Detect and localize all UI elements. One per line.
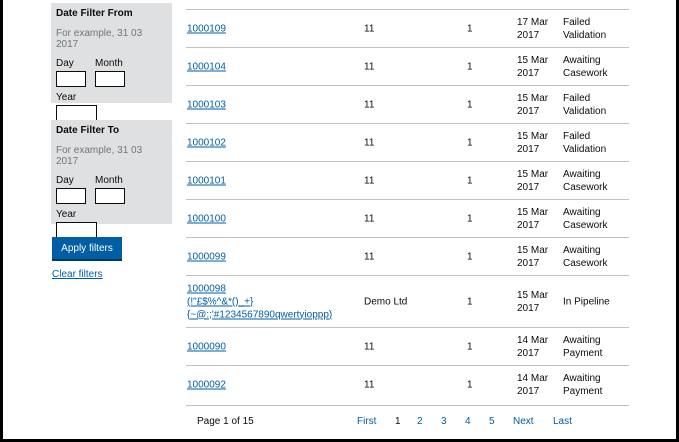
count-cell: 1 <box>467 61 473 72</box>
count-cell: 1 <box>467 341 473 352</box>
organisation-cell: 11 <box>364 23 375 34</box>
application-id-link[interactable]: 1000090 <box>187 340 226 353</box>
date-cell: 17 Mar 2017 <box>517 16 549 41</box>
from-day-input[interactable] <box>56 71 86 87</box>
from-day-label: Day <box>56 58 74 69</box>
status-cell: Failed Validation <box>563 16 607 41</box>
pagination-page-4-link[interactable]: 4 <box>465 416 471 427</box>
clear-filters-link[interactable]: Clear filters <box>52 269 103 280</box>
count-cell: 1 <box>467 213 473 224</box>
status-cell: Awaiting Casework <box>563 54 608 79</box>
organisation-cell: 11 <box>364 99 375 110</box>
application-id-link[interactable]: 1000102 <box>187 136 226 149</box>
count-cell: 1 <box>467 175 473 186</box>
date-filter-from-hint: For example, 31 03 2017 <box>56 28 143 50</box>
count-cell: 1 <box>467 379 473 391</box>
status-cell: Failed Validation <box>563 130 607 155</box>
status-cell: Awaiting Casework <box>563 244 608 269</box>
pagination: Page 1 of 15 First 1 2 3 4 5 Next Last <box>186 405 629 433</box>
page-info: Page 1 of 15 <box>197 416 254 427</box>
to-month-label: Month <box>95 175 123 186</box>
table-row: 1000103 11 1 15 Mar 2017 Failed Validation <box>186 86 629 124</box>
organisation-cell: 11 <box>364 137 375 148</box>
organisation-cell: 11 <box>364 251 375 262</box>
pagination-first-link[interactable]: First <box>357 416 376 427</box>
from-month-label: Month <box>95 58 123 69</box>
from-month-input[interactable] <box>95 71 125 87</box>
date-cell: 15 Mar 2017 <box>517 244 549 269</box>
count-cell: 1 <box>467 251 473 262</box>
application-id-link[interactable]: 1000103 <box>187 98 226 111</box>
status-cell: Awaiting Payment <box>563 373 603 397</box>
organisation-cell: Demo Ltd <box>364 296 408 307</box>
count-cell: 1 <box>467 296 473 307</box>
count-cell: 1 <box>467 23 473 34</box>
to-month-input[interactable] <box>95 188 125 204</box>
count-cell: 1 <box>467 137 473 148</box>
application-id-link[interactable]: 1000104 <box>187 60 226 73</box>
status-cell: Failed Validation <box>563 92 607 117</box>
to-year-input[interactable] <box>56 222 97 238</box>
table-row: 1000100 11 1 15 Mar 2017 Awaiting Casework <box>186 200 629 238</box>
from-year-input[interactable] <box>56 105 97 121</box>
table-row: 1000104 11 1 15 Mar 2017 Awaiting Casework <box>186 48 629 86</box>
table-row: 1000102 11 1 15 Mar 2017 Failed Validation <box>186 124 629 162</box>
table-row: 1000109 11 1 17 Mar 2017 Failed Validation <box>186 10 629 48</box>
date-filter-to-panel: Date Filter To For example, 31 03 2017 D… <box>51 120 172 238</box>
date-cell: 15 Mar 2017 <box>517 130 549 155</box>
pagination-page-3-link[interactable]: 3 <box>441 416 447 427</box>
pagination-page-5-link[interactable]: 5 <box>489 416 495 427</box>
application-id-link[interactable]: 1000099 <box>187 250 226 263</box>
organisation-cell: 11 <box>364 379 375 391</box>
table-row: 1000098 (!"£$%^&*()_+} {~@:;'#1234567890… <box>186 276 629 328</box>
organisation-cell: 11 <box>364 341 375 352</box>
date-cell: 15 Mar 2017 <box>517 289 549 314</box>
pagination-current-page: 1 <box>395 416 401 427</box>
to-day-input[interactable] <box>56 188 86 204</box>
date-cell: 15 Mar 2017 <box>517 92 549 117</box>
application-id-link[interactable]: 1000098 (!"£$%^&*()_+} {~@:;'#1234567890… <box>187 282 332 321</box>
count-cell: 1 <box>467 99 473 110</box>
date-filter-to-hint: For example, 31 03 2017 <box>56 145 143 167</box>
table-row-partial-top <box>186 0 629 10</box>
date-cell: 14 Mar 2017 <box>517 334 549 359</box>
date-cell: 14 Mar 2017 <box>517 373 549 397</box>
date-filter-from-title: Date Filter From <box>56 8 133 19</box>
table-row: 1000092 11 1 14 Mar 2017 Awaiting Payment <box>186 366 629 404</box>
application-id-link[interactable]: 1000109 <box>187 22 226 35</box>
application-id-link[interactable]: 1000100 <box>187 212 226 225</box>
date-cell: 15 Mar 2017 <box>517 168 549 193</box>
status-cell: Awaiting Casework <box>563 206 608 231</box>
date-cell: 15 Mar 2017 <box>517 206 549 231</box>
status-cell: Awaiting Casework <box>563 168 608 193</box>
table-row: 1000099 11 1 15 Mar 2017 Awaiting Casework <box>186 238 629 276</box>
date-cell: 15 Mar 2017 <box>517 54 549 79</box>
apply-filters-button[interactable]: Apply filters <box>52 237 122 259</box>
organisation-cell: 11 <box>364 175 375 186</box>
to-day-label: Day <box>56 175 74 186</box>
table-row: 1000101 11 1 15 Mar 2017 Awaiting Casework <box>186 162 629 200</box>
date-filter-to-title: Date Filter To <box>56 125 120 136</box>
application-id-link[interactable]: 1000101 <box>187 174 226 187</box>
table-row: 1000090 11 1 14 Mar 2017 Awaiting Payment <box>186 328 629 366</box>
application-id-link[interactable]: 1000092 <box>187 379 226 392</box>
pagination-last-link[interactable]: Last <box>553 416 572 427</box>
organisation-cell: 11 <box>364 61 375 72</box>
results-table: 1000109 11 1 17 Mar 2017 Failed Validation… <box>186 0 629 404</box>
organisation-cell: 11 <box>364 213 375 224</box>
pagination-next-link[interactable]: Next <box>513 416 534 427</box>
status-cell: In Pipeline <box>563 296 610 307</box>
to-year-label: Year <box>56 209 77 220</box>
from-year-label: Year <box>56 92 77 103</box>
status-cell: Awaiting Payment <box>563 334 603 359</box>
pagination-page-2-link[interactable]: 2 <box>417 416 423 427</box>
date-filter-from-panel: Date Filter From For example, 31 03 2017… <box>51 3 172 121</box>
